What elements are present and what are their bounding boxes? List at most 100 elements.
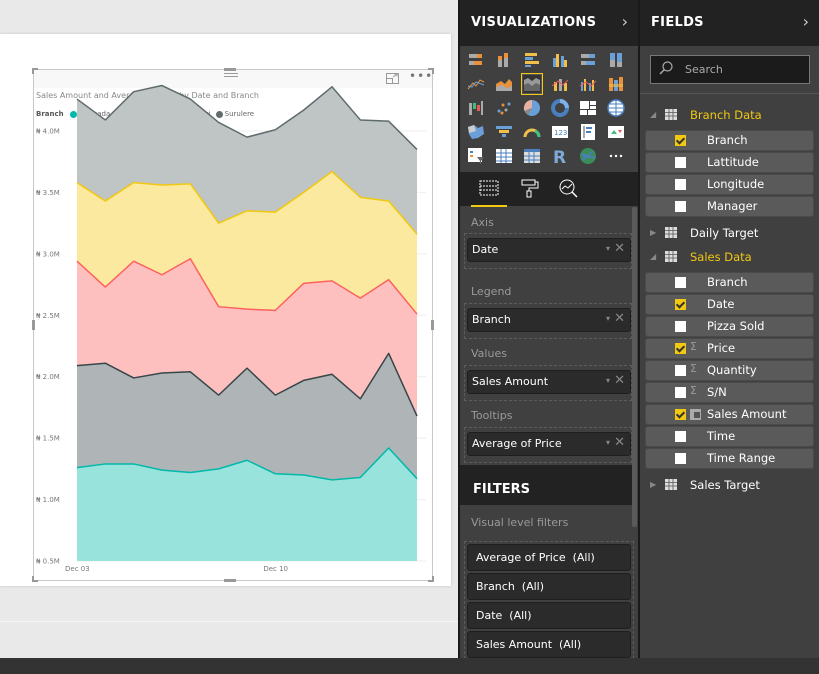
stacked-bar-chart-icon[interactable] <box>466 50 486 70</box>
field-checkbox[interactable] <box>675 299 686 310</box>
arcgis-map-icon[interactable] <box>578 146 598 166</box>
table-node-daily-target[interactable]: ▶ Daily Target <box>640 222 819 244</box>
field-item[interactable]: Σ S/N <box>645 382 814 403</box>
scatter-chart-icon[interactable] <box>494 98 514 118</box>
field-checkbox[interactable] <box>675 431 686 442</box>
field-item[interactable]: Branch <box>645 272 814 293</box>
line-and-stacked-column-chart-icon[interactable] <box>550 74 570 94</box>
field-name: S/N <box>707 385 727 399</box>
resize-handle-right[interactable] <box>431 320 434 330</box>
remove-field-icon[interactable]: ✕ <box>614 241 625 256</box>
resize-handle-top-right-v[interactable] <box>432 68 434 74</box>
filled-map-icon[interactable] <box>466 122 486 142</box>
collapsed-caret-icon[interactable]: ▶ <box>650 480 656 489</box>
ribbon-chart-icon[interactable] <box>606 74 626 94</box>
format-paint-roller-icon[interactable] <box>520 178 540 198</box>
funnel-icon[interactable] <box>494 122 514 142</box>
resize-handle-bottom[interactable] <box>224 579 236 582</box>
kpi-icon[interactable] <box>606 122 626 142</box>
stacked-column-chart-icon[interactable] <box>494 50 514 70</box>
dropdown-arrow-icon[interactable]: ▾ <box>606 438 610 447</box>
field-checkbox[interactable] <box>675 365 686 376</box>
field-checkbox[interactable] <box>675 453 686 464</box>
resize-handle-bottom-right-v[interactable] <box>432 576 434 582</box>
collapsed-caret-icon[interactable]: ▶ <box>650 228 656 237</box>
table-icon[interactable] <box>494 146 514 166</box>
filters-header: FILTERS <box>460 465 632 505</box>
well-field-pill[interactable]: Average of Price ▾ ✕ <box>467 432 631 456</box>
card-icon[interactable]: 123 <box>550 122 570 142</box>
remove-field-icon[interactable]: ✕ <box>614 373 625 388</box>
treemap-icon[interactable] <box>578 98 598 118</box>
field-checkbox[interactable] <box>675 157 686 168</box>
collapse-visualizations-icon[interactable]: › <box>622 12 628 31</box>
field-checkbox[interactable] <box>675 201 686 212</box>
more-visuals-icon[interactable] <box>606 146 626 166</box>
filter-card[interactable]: Date (All) <box>467 602 631 629</box>
dropdown-arrow-icon[interactable]: ▾ <box>606 314 610 323</box>
remove-field-icon[interactable]: ✕ <box>614 311 625 326</box>
expanded-caret-icon[interactable]: ◢ <box>650 110 656 119</box>
gauge-icon[interactable] <box>522 122 542 142</box>
resize-handle-top-left-v[interactable] <box>32 68 34 74</box>
field-name: Date <box>707 297 735 311</box>
field-item[interactable]: Branch <box>645 130 814 151</box>
100-stacked-bar-chart-icon[interactable] <box>578 50 598 70</box>
filter-card[interactable]: Average of Price (All) <box>467 544 631 571</box>
area-chart-icon[interactable] <box>494 74 514 94</box>
field-item[interactable]: Pizza Sold <box>645 316 814 337</box>
filter-card[interactable]: Branch (All) <box>467 573 631 600</box>
pie-chart-icon[interactable] <box>522 98 542 118</box>
collapse-fields-icon[interactable]: › <box>803 12 809 31</box>
dropdown-arrow-icon[interactable]: ▾ <box>606 244 610 253</box>
field-item[interactable]: Σ Quantity <box>645 360 814 381</box>
100-stacked-column-chart-icon[interactable] <box>606 50 626 70</box>
stacked-area-chart-visual[interactable]: ••• Sales Amount and Average of Price by… <box>32 68 434 582</box>
well-field-pill[interactable]: Branch ▾ ✕ <box>467 308 631 332</box>
well-field-pill[interactable]: Date ▾ ✕ <box>467 238 631 262</box>
field-item[interactable]: Longitude <box>645 174 814 195</box>
field-checkbox[interactable] <box>675 277 686 288</box>
field-item[interactable]: Date <box>645 294 814 315</box>
field-item[interactable]: Time Range <box>645 448 814 469</box>
fields-search-input[interactable]: Search <box>650 55 810 84</box>
table-icon <box>665 251 677 262</box>
resize-handle-top[interactable] <box>224 68 236 71</box>
field-checkbox[interactable] <box>675 135 686 146</box>
waterfall-chart-icon[interactable] <box>466 98 486 118</box>
clustered-bar-chart-icon[interactable] <box>522 50 542 70</box>
field-item[interactable]: Manager <box>645 196 814 217</box>
resize-handle-left[interactable] <box>32 320 35 330</box>
table-node-branch-data[interactable]: ◢ Branch Data <box>640 104 819 126</box>
field-checkbox[interactable] <box>675 409 686 420</box>
r-script-visual-icon[interactable]: R <box>550 146 570 166</box>
multi-row-card-icon[interactable] <box>578 122 598 142</box>
field-item[interactable]: Time <box>645 426 814 447</box>
field-item[interactable]: Lattitude <box>645 152 814 173</box>
line-and-clustered-column-chart-icon[interactable] <box>578 74 598 94</box>
dropdown-arrow-icon[interactable]: ▾ <box>606 376 610 385</box>
map-icon[interactable] <box>606 98 626 118</box>
donut-chart-icon[interactable] <box>550 98 570 118</box>
field-item[interactable]: Sales Amount <box>645 404 814 425</box>
viz-pane-scrollbar[interactable] <box>632 207 637 527</box>
table-node-sales-data[interactable]: ◢ Sales Data <box>640 246 819 268</box>
field-checkbox[interactable] <box>675 387 686 398</box>
stacked-area-chart-icon[interactable] <box>521 73 543 95</box>
fields-tab-icon[interactable] <box>479 178 499 198</box>
remove-field-icon[interactable]: ✕ <box>614 435 625 450</box>
field-checkbox[interactable] <box>675 343 686 354</box>
field-checkbox[interactable] <box>675 179 686 190</box>
table-node-sales-target[interactable]: ▶ Sales Target <box>640 474 819 496</box>
matrix-icon[interactable] <box>522 146 542 166</box>
field-item[interactable]: Σ Price <box>645 338 814 359</box>
filter-card[interactable]: Sales Amount (All) <box>467 631 631 658</box>
field-checkbox[interactable] <box>675 321 686 332</box>
line-chart-icon[interactable] <box>466 74 486 94</box>
well-field-pill[interactable]: Sales Amount ▾ ✕ <box>467 370 631 394</box>
clustered-column-chart-icon[interactable] <box>550 50 570 70</box>
resize-handle-bottom-left-v[interactable] <box>32 576 34 582</box>
slicer-icon[interactable] <box>466 146 486 166</box>
expanded-caret-icon[interactable]: ◢ <box>650 252 656 261</box>
analytics-magnifier-icon[interactable] <box>558 178 578 198</box>
